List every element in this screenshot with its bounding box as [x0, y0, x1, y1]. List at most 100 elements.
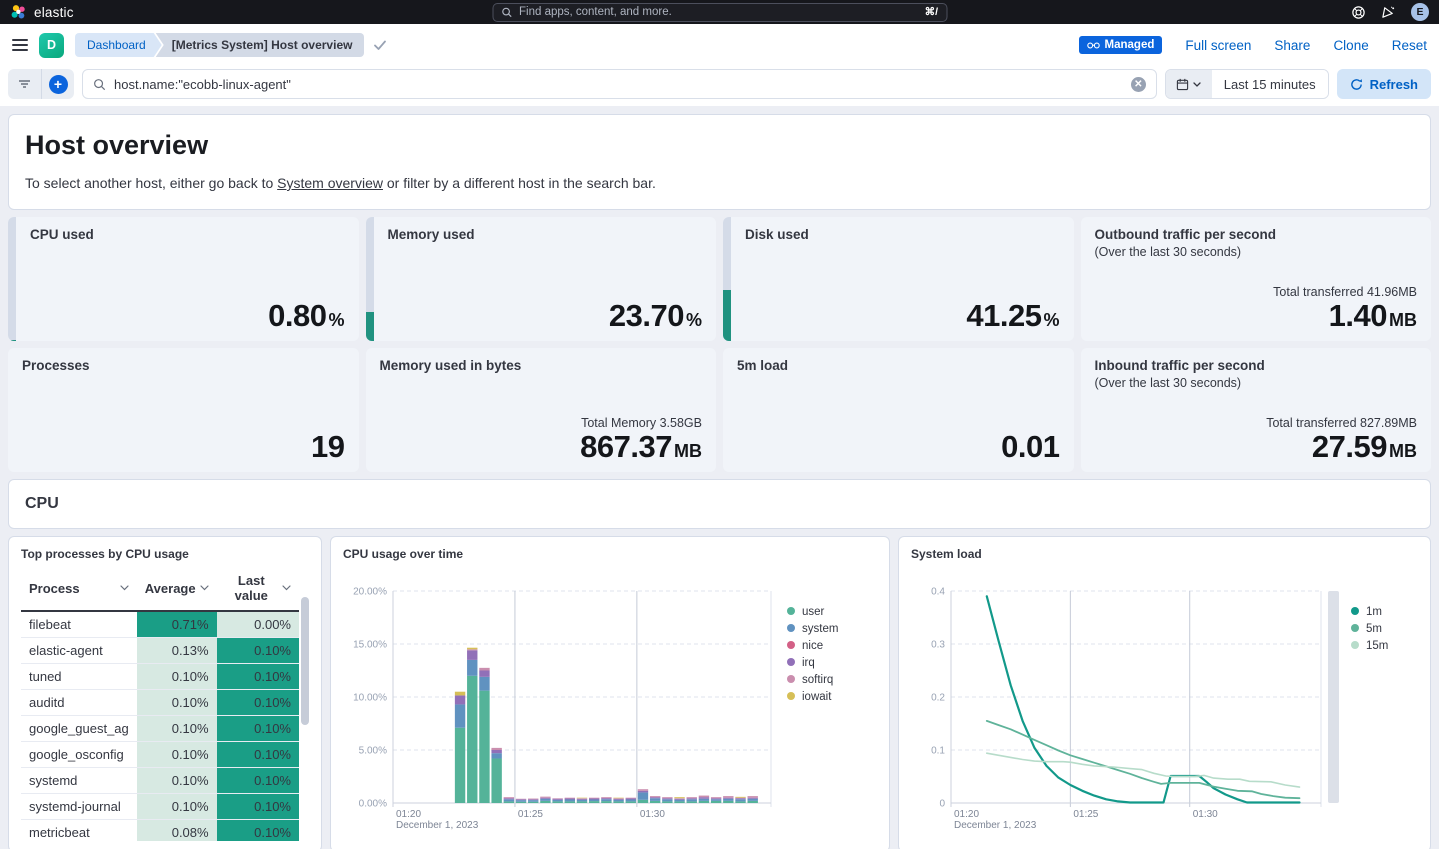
legend-item-1m[interactable]: 1m [1351, 606, 1382, 618]
progress-fill [366, 312, 374, 341]
svg-text:softirq: softirq [802, 674, 833, 686]
metric-title: Disk used [745, 227, 1060, 242]
cpu-visualizations-row: Top processes by CPU usage ProcessAverag… [8, 536, 1431, 849]
breadcrumb: Dashboard [Metrics System] Host overview [75, 33, 387, 57]
check-icon[interactable] [373, 39, 387, 51]
legend-item-15m[interactable]: 15m [1351, 640, 1388, 652]
legend-item-system[interactable]: system [787, 623, 838, 635]
metric-spacer [745, 242, 1060, 300]
metric-panel-cpu-used: CPU used0.80% [8, 217, 359, 341]
progress-track [366, 217, 374, 341]
legend-item-5m[interactable]: 5m [1351, 623, 1382, 635]
svg-text:0.2: 0.2 [931, 693, 945, 704]
last-value: 0.10% [217, 716, 299, 742]
query-input-box: ✕ [82, 69, 1157, 99]
breadcrumb-dashboard[interactable]: Dashboard [75, 33, 162, 57]
sort-header-last-value[interactable]: Last value [217, 567, 299, 611]
news-icon[interactable] [1381, 5, 1396, 20]
clear-query-icon[interactable]: ✕ [1131, 77, 1146, 92]
metric-unit: MB [674, 441, 702, 462]
process-table-body: filebeat0.71%0.00%elastic-agent0.13%0.10… [21, 611, 299, 841]
metric-spacer [388, 242, 703, 300]
table-row-tuned: tuned0.10%0.10% [21, 664, 299, 690]
load-series-5m [987, 721, 1300, 798]
metric-spacer [737, 373, 1060, 431]
legend-item-user[interactable]: user [787, 606, 825, 618]
host-overview-panel: Host overview To select another host, ei… [8, 114, 1431, 210]
menu-icon[interactable] [12, 39, 28, 51]
add-filter-button[interactable]: + [41, 69, 74, 99]
query-bar: + ✕ Last 15 minutes Refresh [0, 66, 1439, 106]
sort-chevron-icon [200, 585, 209, 591]
search-shortcut-badge: ⌘/ [925, 6, 938, 18]
metric-value: 27.59 [1312, 431, 1387, 462]
query-input[interactable] [114, 77, 1123, 92]
cpu-usage-chart-panel: CPU usage over time 0.00%5.00%10.00%15.0… [330, 536, 890, 849]
subtitle-text: To select another host, either go back t… [25, 175, 277, 191]
time-range-value[interactable]: Last 15 minutes [1212, 70, 1328, 98]
process-table-wrap: ProcessAverageLast value filebeat0.71%0.… [21, 567, 309, 841]
subtitle-text-2: or filter by a different host in the sea… [383, 175, 656, 191]
full-screen-button[interactable]: Full screen [1185, 38, 1251, 53]
table-scrollbar[interactable] [301, 597, 309, 725]
chart-end-band[interactable] [1328, 591, 1339, 803]
metric-panel-memory-used: Memory used23.70% [366, 217, 717, 341]
global-search-input[interactable] [519, 6, 918, 18]
average-value: 0.10% [137, 716, 217, 742]
legend-item-nice[interactable]: nice [787, 640, 823, 652]
calendar-icon [1176, 78, 1189, 91]
metric-spacer [30, 242, 345, 300]
metric-value: 41.25 [966, 300, 1041, 331]
svg-text:user: user [802, 606, 825, 618]
date-picker: Last 15 minutes [1165, 69, 1329, 99]
sort-header-process[interactable]: Process [21, 567, 137, 611]
metric-title: Outbound traffic per second [1095, 227, 1418, 242]
breadcrumb-current-page[interactable]: [Metrics System] Host overview [156, 33, 365, 57]
metric-panel-processes: Processes19 [8, 348, 359, 472]
glasses-icon [1087, 41, 1100, 50]
table-row-metricbeat: metricbeat0.08%0.10% [21, 820, 299, 842]
clone-button[interactable]: Clone [1333, 38, 1368, 53]
cpu-usage-chart: 0.00%5.00%10.00%15.00%20.00%01:20Decembe… [343, 567, 877, 843]
sort-header-average[interactable]: Average [137, 567, 217, 611]
metric-title: Inbound traffic per second [1095, 358, 1418, 373]
global-search-bar[interactable]: ⌘/ [492, 3, 947, 22]
average-value: 0.13% [137, 638, 217, 664]
system-load-chart-panel: System load 00.10.20.30.401:20December 1… [898, 536, 1431, 849]
process-name: tuned [21, 664, 137, 690]
table-row-google-osconfig: google_osconfig0.10%0.10% [21, 742, 299, 768]
legend-item-softirq[interactable]: softirq [787, 674, 833, 686]
system-load-chart-svg: 00.10.20.30.401:20December 1, 202301:250… [911, 567, 1422, 843]
user-avatar[interactable]: E [1411, 3, 1429, 21]
refresh-button-label: Refresh [1370, 77, 1418, 92]
managed-badge[interactable]: Managed [1079, 36, 1163, 54]
legend-item-irq[interactable]: irq [787, 657, 815, 669]
reset-button[interactable]: Reset [1392, 38, 1427, 53]
metric-value-row: 1.40MB [1095, 300, 1418, 331]
svg-text:15m: 15m [1366, 640, 1388, 652]
metric-value: 867.37 [580, 431, 672, 462]
top-processes-title: Top processes by CPU usage [21, 547, 309, 561]
metric-unit: MB [1389, 441, 1417, 462]
help-icon[interactable] [1351, 5, 1366, 20]
refresh-button[interactable]: Refresh [1337, 69, 1431, 99]
average-value: 0.08% [137, 820, 217, 842]
page-subtitle: To select another host, either go back t… [25, 175, 1414, 191]
filter-menu-button[interactable] [8, 69, 41, 99]
elastic-logo[interactable]: elastic [10, 4, 74, 21]
average-value: 0.10% [137, 690, 217, 716]
dashboard-content: Host overview To select another host, ei… [0, 106, 1439, 849]
share-button[interactable]: Share [1274, 38, 1310, 53]
dashboard-app-icon[interactable]: D [39, 33, 64, 58]
page-title: Host overview [25, 130, 1414, 161]
bars-group [455, 648, 758, 803]
progress-track [8, 217, 16, 341]
legend-item-iowait[interactable]: iowait [787, 691, 832, 703]
metric-panel-5m-load: 5m load0.01 [723, 348, 1074, 472]
metric-title: Memory used in bytes [380, 358, 703, 373]
metric-panel-memory-used-in-bytes: Memory used in bytesTotal Memory 3.58GB8… [366, 348, 717, 472]
system-overview-link[interactable]: System overview [277, 175, 383, 191]
last-value: 0.10% [217, 638, 299, 664]
metric-value: 0.01 [1001, 431, 1059, 462]
date-quick-select-button[interactable] [1166, 70, 1212, 98]
